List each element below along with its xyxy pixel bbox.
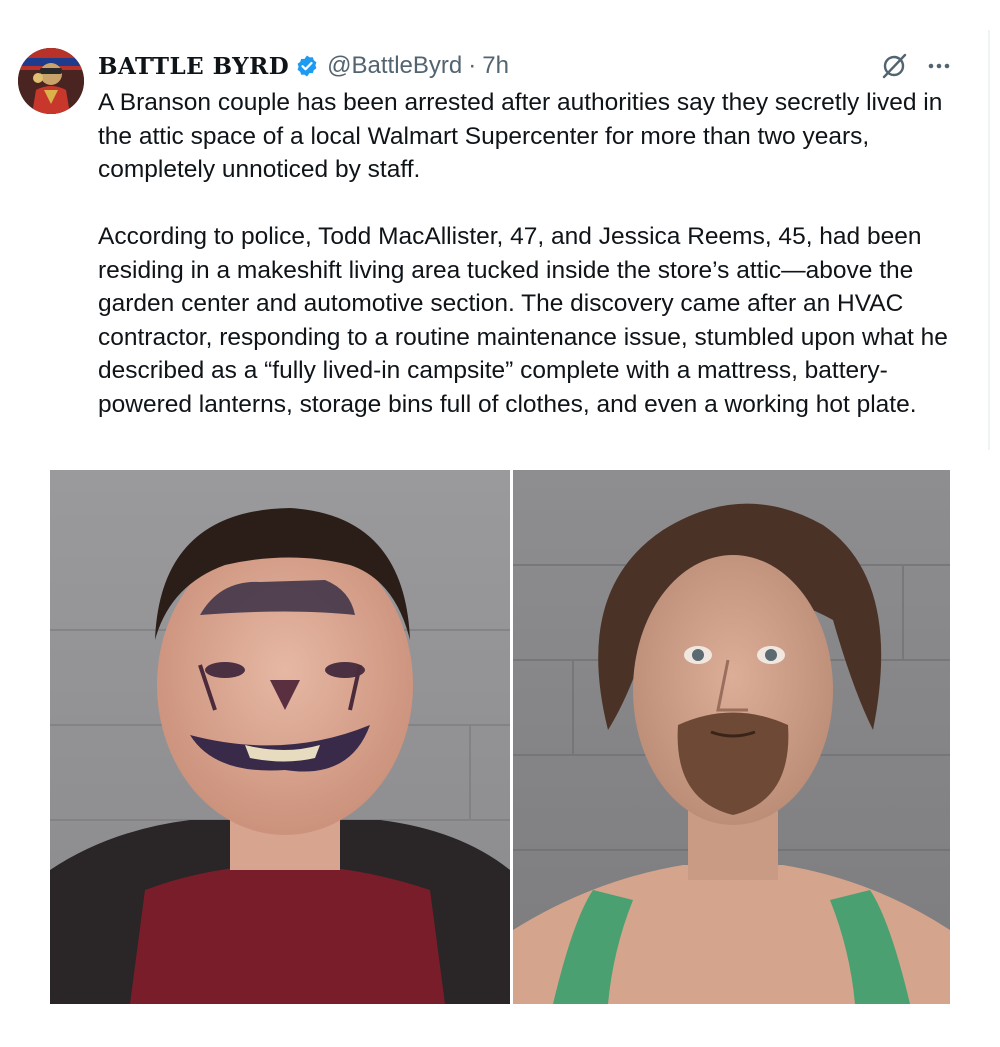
separator-dot: · bbox=[468, 52, 477, 79]
booking-photo-woman[interactable] bbox=[50, 470, 510, 1004]
tweet[interactable]: BATTLE BYRD @BattleByrd · 7h A Branson c… bbox=[0, 0, 1000, 1047]
photo-woman-image bbox=[50, 470, 510, 1004]
tweet-text: A Branson couple has been arrested after… bbox=[98, 86, 978, 421]
tweet-paragraph-2: According to police, Todd MacAllister, 4… bbox=[98, 223, 948, 418]
tweet-header: BATTLE BYRD @BattleByrd · 7h bbox=[98, 48, 958, 84]
more-options-icon[interactable] bbox=[926, 53, 952, 84]
verified-badge-icon bbox=[295, 54, 319, 78]
tweet-media[interactable] bbox=[50, 470, 950, 1004]
display-name[interactable]: BATTLE BYRD bbox=[98, 53, 289, 80]
booking-photo-man[interactable] bbox=[513, 470, 950, 1004]
grok-icon[interactable] bbox=[880, 52, 908, 85]
timestamp[interactable]: 7h bbox=[482, 52, 509, 80]
avatar[interactable] bbox=[18, 48, 84, 114]
handle[interactable]: @BattleByrd bbox=[327, 52, 462, 80]
avatar-image bbox=[18, 48, 84, 114]
tweet-actions-top bbox=[880, 50, 952, 86]
tweet-paragraph-1: A Branson couple has been arrested after… bbox=[98, 89, 943, 183]
photo-man-image bbox=[513, 470, 950, 1004]
